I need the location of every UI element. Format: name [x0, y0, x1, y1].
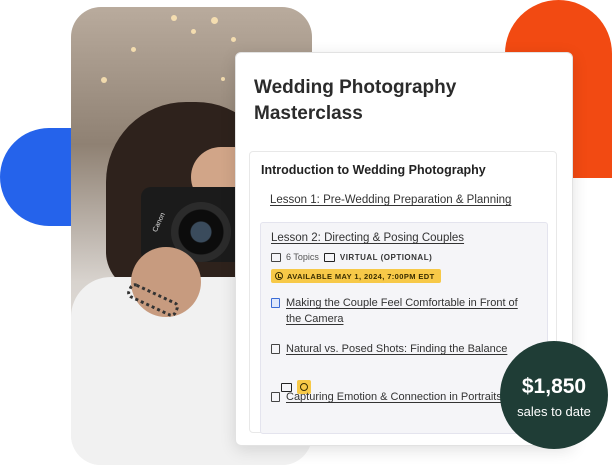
- availability-text: AVAILABLE MAY 1, 2024, 7:00PM EDT: [287, 271, 435, 281]
- sales-badge: $1,850 sales to date: [500, 341, 608, 449]
- lesson-1-link[interactable]: Lesson 1: Pre-Wedding Preparation & Plan…: [270, 194, 511, 206]
- lesson-2-link[interactable]: Lesson 2: Directing & Posing Couples: [271, 232, 464, 244]
- topic-link[interactable]: Making the Couple Feel Comfortable in Fr…: [286, 295, 526, 327]
- sales-amount: $1,850: [521, 375, 587, 398]
- document-topic-icon: [271, 344, 280, 354]
- topic-item[interactable]: Natural vs. Posed Shots: Finding the Bal…: [271, 341, 526, 357]
- course-title: Wedding Photography Masterclass: [254, 77, 457, 124]
- availability-badge: AVAILABLE MAY 1, 2024, 7:00PM EDT: [271, 269, 441, 283]
- virtual-label: VIRTUAL (OPTIONAL): [339, 252, 433, 262]
- topic-link[interactable]: Natural vs. Posed Shots: Finding the Bal…: [286, 341, 526, 357]
- lesson-meta: 6 Topics VIRTUAL (OPTIONAL): [271, 252, 432, 262]
- sales-label: sales to date: [517, 404, 591, 419]
- document-topic-icon: [271, 392, 280, 402]
- topic-link[interactable]: Capturing Emotion & Connection in Portra…: [286, 389, 526, 405]
- section-title: Introduction to Wedding Photography: [261, 163, 486, 177]
- clock-icon: [275, 272, 283, 280]
- monitor-icon: [323, 252, 335, 262]
- video-topic-icon: [271, 298, 280, 308]
- topics-icon: [271, 252, 281, 262]
- topic-item[interactable]: Capturing Emotion & Connection in Portra…: [271, 389, 526, 405]
- topics-count: 6 Topics: [286, 252, 319, 262]
- topic-item[interactable]: Making the Couple Feel Comfortable in Fr…: [271, 295, 526, 327]
